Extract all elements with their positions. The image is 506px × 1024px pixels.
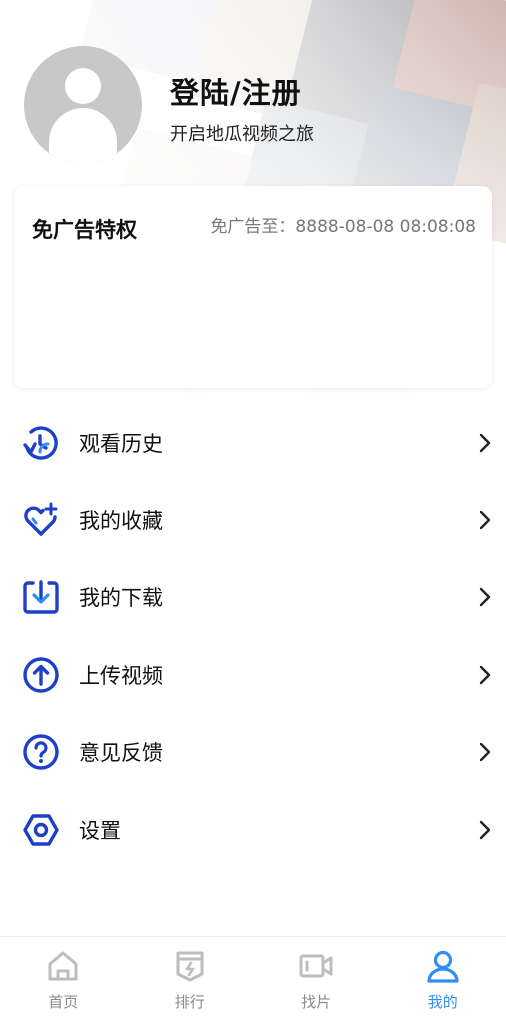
menu-item-settings[interactable]: 设置 (0, 791, 506, 868)
menu-item-label: 我的下载 (79, 586, 163, 611)
tab-label: 排行 (174, 993, 205, 1011)
menu-item-feedback[interactable]: 意见反馈 (0, 714, 506, 791)
menu-item-label: 设置 (79, 818, 121, 843)
tab-label: 找片 (301, 993, 332, 1011)
menu-item-label: 观看历史 (79, 431, 163, 456)
avatar-head-shape (65, 68, 101, 104)
ad-free-card[interactable]: 免广告特权 免广告至：8888-08-08 08:08:08 (14, 186, 492, 388)
user-icon (427, 950, 459, 983)
chevron-right-icon (479, 743, 491, 762)
profile-subtitle: 开启地瓜视频之旅 (170, 124, 314, 145)
history-icon (23, 426, 58, 460)
favorite-heart-icon (24, 502, 58, 536)
menu-item-upload[interactable]: 上传视频 (0, 636, 506, 713)
menu-item-favorites[interactable]: 我的收藏 (0, 481, 506, 558)
video-camera-icon (299, 954, 333, 978)
tab-ranking[interactable]: 排行 (127, 937, 254, 1024)
menu-item-label: 意见反馈 (79, 741, 163, 766)
ranking-icon (176, 951, 204, 982)
chevron-right-icon (479, 820, 491, 839)
chevron-right-icon (479, 433, 491, 452)
menu-item-label: 上传视频 (79, 663, 163, 688)
tab-home[interactable]: 首页 (0, 937, 127, 1024)
chevron-right-icon (479, 588, 491, 607)
feedback-question-icon (23, 734, 59, 770)
tab-mine[interactable]: 我的 (380, 937, 506, 1024)
chevron-right-icon (479, 665, 491, 685)
chevron-right-icon (479, 510, 491, 530)
bottom-tab-bar: 首页 排行 找片 我的 (0, 936, 506, 1024)
menu-item-downloads[interactable]: 我的下载 (0, 559, 506, 636)
tab-label: 首页 (48, 993, 79, 1011)
tab-label: 我的 (427, 993, 458, 1011)
menu-item-history[interactable]: 观看历史 (0, 404, 506, 481)
tab-find[interactable]: 找片 (253, 937, 380, 1024)
settings-hexagon-icon (23, 813, 59, 846)
home-icon (48, 951, 78, 981)
avatar-body-shape (49, 108, 117, 164)
ad-free-expire: 免广告至：8888-08-08 08:08:08 (210, 217, 476, 237)
profile-menu: 观看历史 我的收藏 我的下载 上传视频 意见反馈 设置 (0, 404, 506, 868)
menu-item-label: 我的收藏 (79, 509, 163, 534)
login-register-link[interactable]: 登陆/注册 (170, 70, 302, 112)
ad-free-title: 免广告特权 (32, 218, 137, 242)
upload-icon (23, 657, 59, 693)
avatar[interactable] (24, 46, 142, 164)
download-icon (23, 580, 59, 615)
